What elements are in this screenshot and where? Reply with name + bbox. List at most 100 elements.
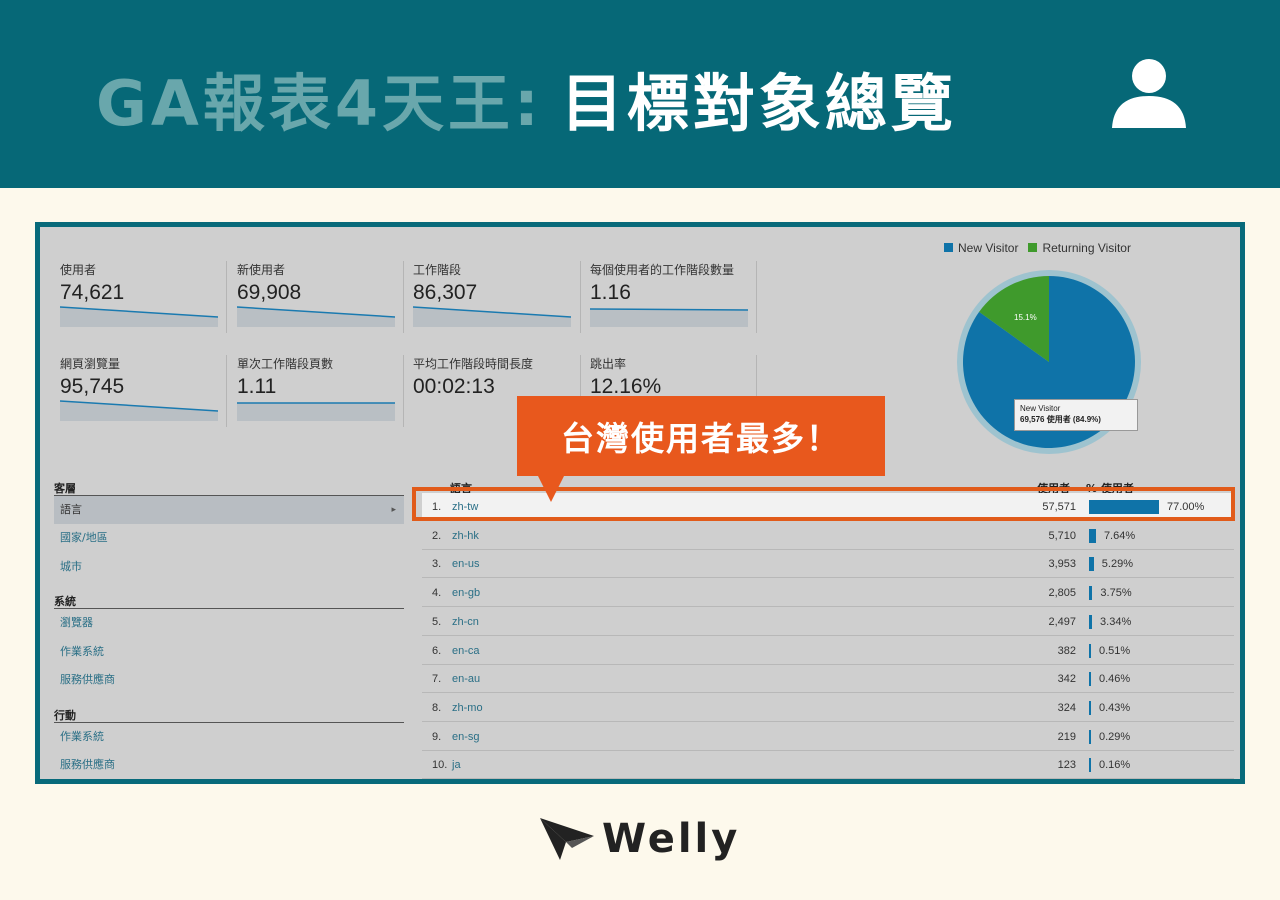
nav-section-system: 系統 <box>54 595 76 608</box>
nav-item-service-provider[interactable]: 服務供應商 <box>54 666 404 694</box>
row-pct: 3.34% <box>1100 615 1132 628</box>
nav-item-country[interactable]: 國家/地區 <box>54 524 404 552</box>
row-pct: 3.75% <box>1100 587 1132 600</box>
metric-users[interactable]: 使用者 74,621 <box>60 261 230 341</box>
row-language-link[interactable]: en-sg <box>452 723 480 751</box>
metric-label: 網頁瀏覽量 <box>60 357 121 371</box>
metric-pageviews[interactable]: 網頁瀏覽量 95,745 <box>60 355 230 435</box>
row-pct: 0.16% <box>1099 759 1131 772</box>
table-row[interactable]: 9. en-sg 219 0.29% <box>422 723 1234 751</box>
nav-item-browser[interactable]: 瀏覽器 <box>54 609 404 637</box>
metric-value: 86,307 <box>413 281 478 304</box>
divider <box>226 261 227 333</box>
legend-label: Returning Visitor <box>1042 241 1131 255</box>
nav-item-mobile-os[interactable]: 作業系統 <box>54 723 404 751</box>
metric-value: 69,908 <box>237 281 302 304</box>
metric-pages-per-session[interactable]: 單次工作階段頁數 1.11 <box>237 355 407 435</box>
row-language-link[interactable]: en-us <box>452 550 480 578</box>
table-row[interactable]: 10. ja 123 0.16% <box>422 751 1234 779</box>
highlight-box <box>412 487 1235 521</box>
divider <box>403 355 404 427</box>
row-language-link[interactable]: en-au <box>452 665 480 693</box>
legend-label: New Visitor <box>958 241 1019 255</box>
title-prefix: GA報表4天王: <box>96 67 543 140</box>
metric-value: 74,621 <box>60 281 125 304</box>
row-language-link[interactable]: ja <box>452 751 461 779</box>
row-pct-bar <box>1089 614 1093 629</box>
row-pct-bar <box>1089 643 1091 658</box>
header-banner: GA報表4天王: 目標對象總覽 <box>0 0 1280 188</box>
row-pct-bar <box>1089 528 1096 543</box>
paper-plane-icon <box>540 818 594 860</box>
metric-sparkline <box>237 402 395 421</box>
metric-sparkline <box>60 306 218 327</box>
row-pct: 7.64% <box>1103 529 1136 542</box>
tooltip-title: New Visitor <box>1020 404 1061 413</box>
row-index: 9. <box>432 730 442 743</box>
row-users: 3,953 <box>1048 558 1076 571</box>
table-row[interactable]: 7. en-au 342 0.46% <box>422 665 1234 694</box>
table-row[interactable]: 4. en-gb 2,805 3.75% <box>422 579 1234 608</box>
tooltip-value: 69,576 使用者 (84.9%) <box>1020 415 1101 424</box>
row-pct-bar <box>1089 729 1091 744</box>
row-index: 10. <box>432 759 448 772</box>
logo-text: Welly <box>602 816 741 862</box>
row-users: 342 <box>1057 673 1076 686</box>
legend-new-visitor[interactable]: New Visitor <box>944 241 1018 255</box>
metric-sparkline <box>237 306 395 327</box>
metric-value: 00:02:13 <box>413 375 495 398</box>
row-users: 2,805 <box>1048 587 1076 600</box>
row-users: 5,710 <box>1048 529 1076 542</box>
row-pct-bar <box>1089 672 1091 687</box>
row-language-link[interactable]: zh-mo <box>452 694 483 722</box>
metric-sparkline <box>60 400 218 421</box>
table-row[interactable]: 3. en-us 3,953 5.29% <box>422 550 1234 579</box>
nav-item-os[interactable]: 作業系統 <box>54 638 404 666</box>
pie-tooltip: New Visitor 69,576 使用者 (84.9%) <box>1014 399 1138 431</box>
row-pct: 5.29% <box>1101 558 1133 571</box>
nav-section-demographics: 客層 <box>54 482 76 495</box>
row-language-link[interactable]: en-ca <box>452 637 480 665</box>
metric-value: 1.16 <box>590 281 631 304</box>
pie-legend: New Visitor Returning Visitor <box>944 241 1131 255</box>
table-row[interactable]: 8. zh-mo 324 0.43% <box>422 694 1234 722</box>
nav-item-city[interactable]: 城市 <box>54 553 404 581</box>
metric-new-users[interactable]: 新使用者 69,908 <box>237 261 407 341</box>
row-pct: 0.43% <box>1099 701 1131 714</box>
nav-item-language[interactable]: 語言 ▸ <box>54 496 404 524</box>
row-index: 6. <box>432 644 442 657</box>
row-language-link[interactable]: zh-cn <box>452 608 479 636</box>
row-index: 3. <box>432 558 442 571</box>
metric-sparkline <box>590 308 748 327</box>
nav-section-mobile: 行動 <box>54 709 76 722</box>
row-pct-bar <box>1089 758 1091 773</box>
row-users: 2,497 <box>1048 615 1076 628</box>
table-row[interactable]: 5. zh-cn 2,497 3.34% <box>422 608 1234 636</box>
divider <box>403 261 404 333</box>
title-main: 目標對象總覽 <box>560 67 957 140</box>
metric-sessions-per-user[interactable]: 每個使用者的工作階段數量 1.16 <box>590 261 760 341</box>
legend-returning-visitor[interactable]: Returning Visitor <box>1028 241 1131 255</box>
metric-label: 使用者 <box>60 263 97 277</box>
row-index: 2. <box>432 529 442 542</box>
row-users: 123 <box>1057 759 1076 772</box>
pie-slice-label: 15.1% <box>1014 313 1037 322</box>
row-pct-bar <box>1089 557 1094 572</box>
user-icon <box>1112 59 1186 128</box>
page-title: GA報表4天王: 目標對象總覽 <box>96 58 957 140</box>
nav-item-label: 語言 <box>60 503 82 516</box>
table-row[interactable]: 6. en-ca 382 0.51% <box>422 637 1234 665</box>
callout-tail <box>537 474 565 502</box>
welly-logo: Welly <box>540 816 740 862</box>
row-language-link[interactable]: zh-hk <box>452 522 479 550</box>
row-pct: 0.51% <box>1099 644 1131 657</box>
callout-bubble: 台灣使用者最多！ <box>517 396 885 476</box>
nav-item-mobile-service-provider[interactable]: 服務供應商 <box>54 751 404 779</box>
row-language-link[interactable]: en-gb <box>452 579 480 607</box>
metric-label: 每個使用者的工作階段數量 <box>590 263 735 277</box>
table-row[interactable]: 2. zh-hk 5,710 7.64% <box>422 522 1234 550</box>
divider <box>226 355 227 427</box>
metric-label: 跳出率 <box>590 357 627 371</box>
legend-swatch <box>1028 243 1038 252</box>
metric-sessions[interactable]: 工作階段 86,307 <box>413 261 583 341</box>
